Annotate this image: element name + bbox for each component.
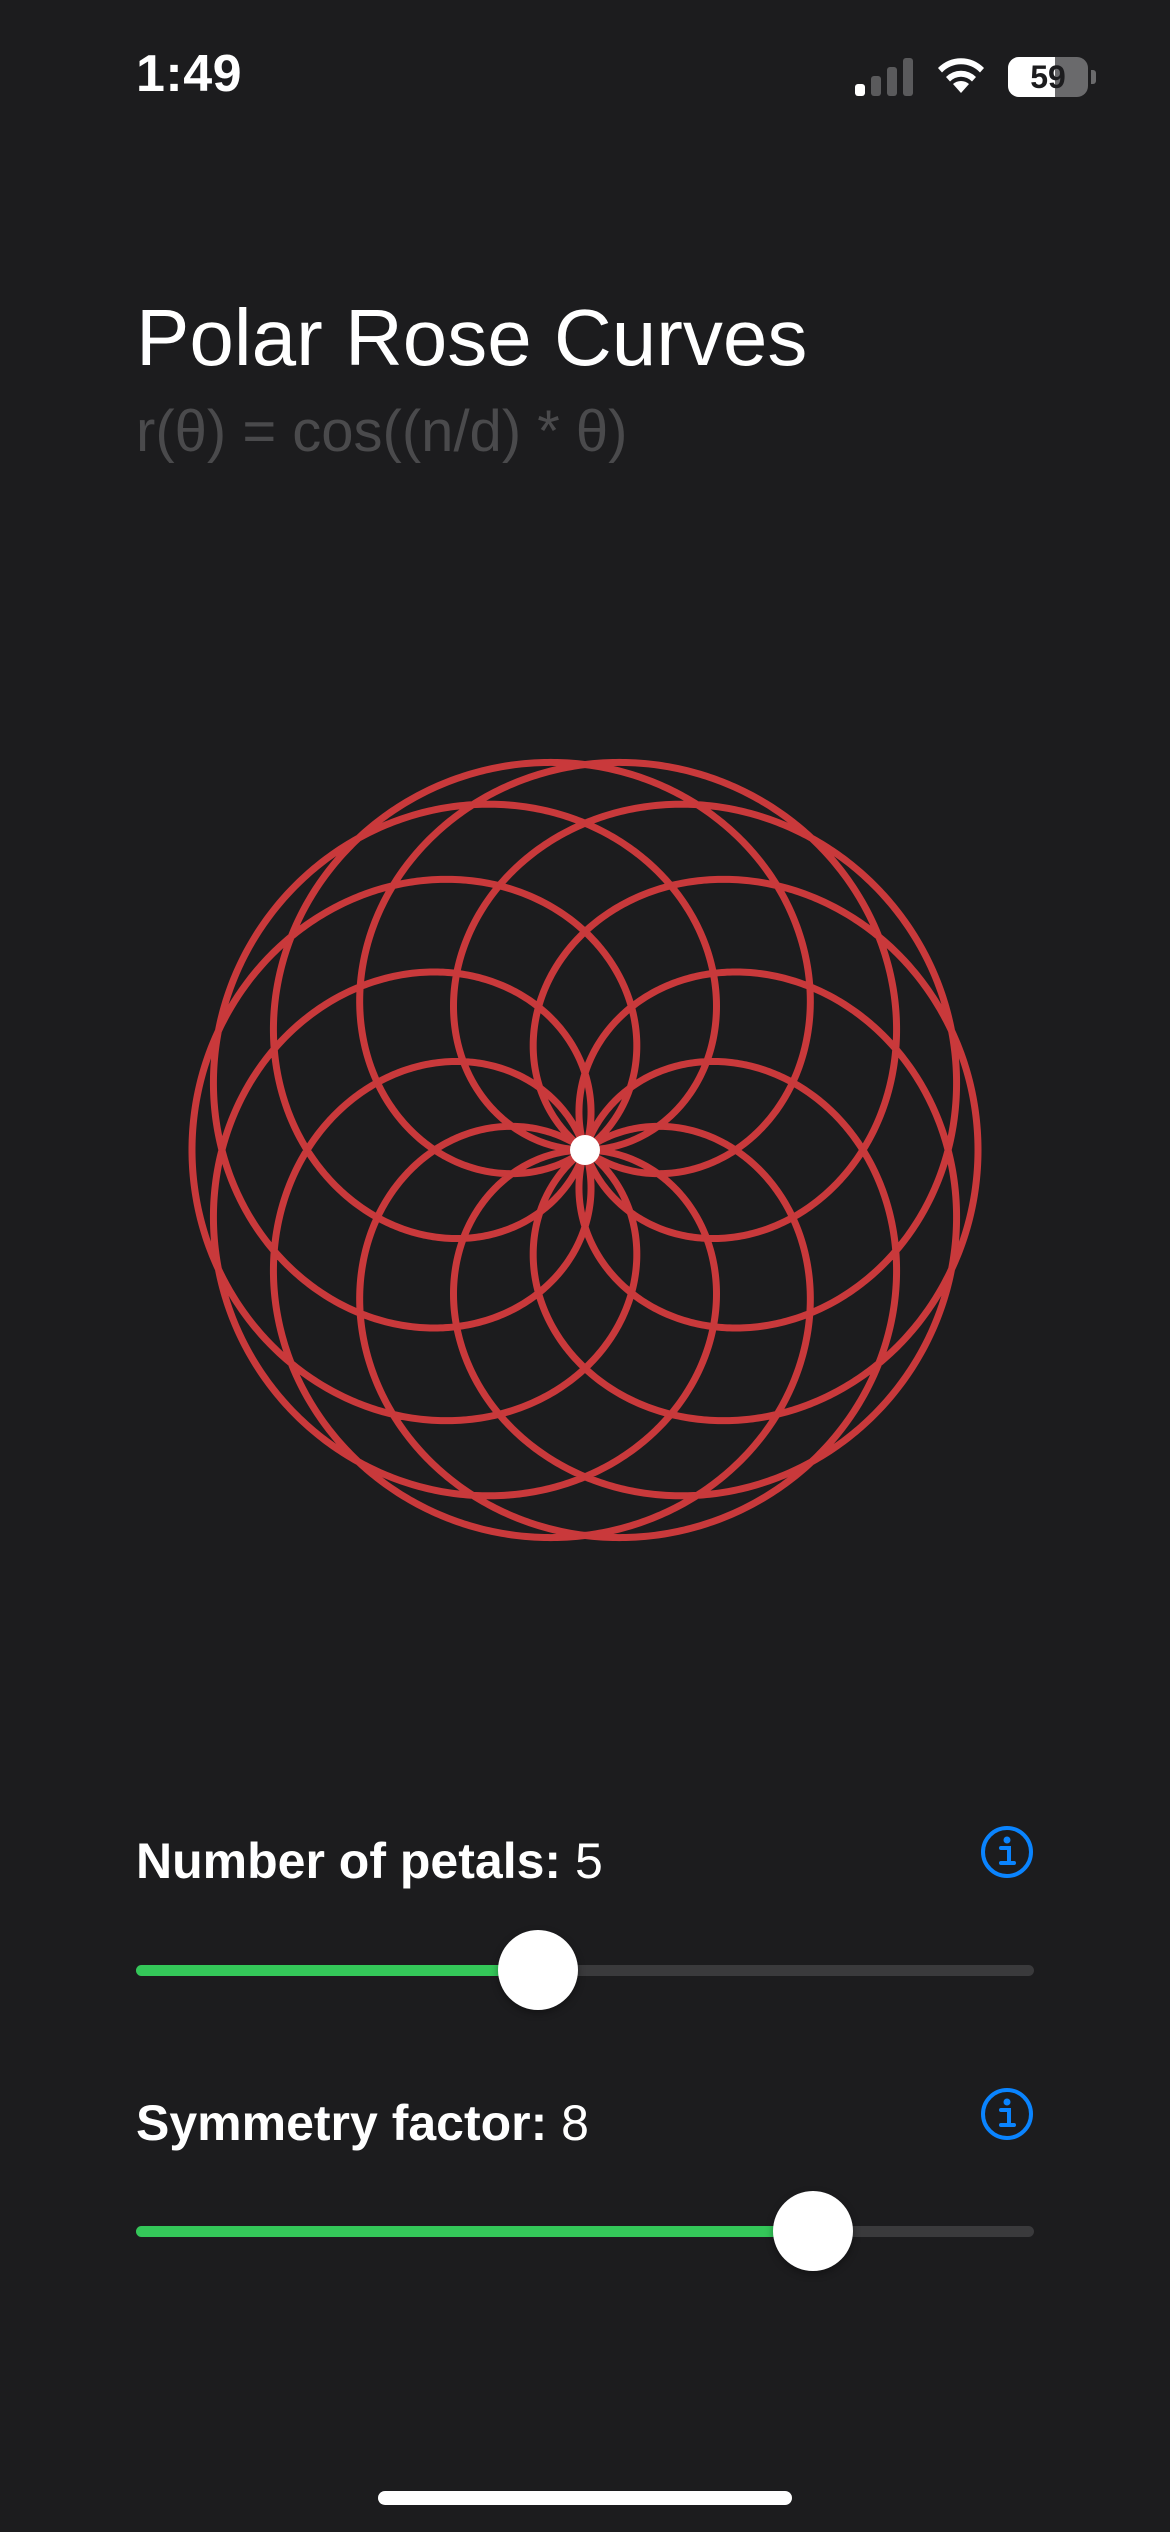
rose-curve-canvas xyxy=(188,758,982,1542)
slider-thumb[interactable] xyxy=(773,2191,854,2271)
symmetry-info-icon[interactable] xyxy=(979,2086,1035,2142)
slider-thumb[interactable] xyxy=(498,1930,579,2010)
battery-icon: 59 xyxy=(1008,57,1096,97)
petals-info-icon[interactable] xyxy=(979,1824,1035,1880)
symmetry-label-text: Symmetry factor: xyxy=(136,2095,548,2151)
symmetry-label: Symmetry factor: 8 xyxy=(136,2094,589,2152)
origin-dot xyxy=(570,1135,600,1165)
wifi-icon xyxy=(938,58,984,93)
symmetry-value: 8 xyxy=(561,2095,589,2151)
petals-slider[interactable] xyxy=(136,1930,1034,2010)
slider-fill xyxy=(136,1965,539,1976)
cellular-signal-icon xyxy=(855,58,913,96)
symmetry-slider[interactable] xyxy=(136,2191,1034,2271)
home-indicator[interactable] xyxy=(378,2491,792,2505)
petals-value: 5 xyxy=(574,1833,603,1889)
status-bar: 1:49 59 xyxy=(0,0,1170,150)
petals-label-text: Number of petals: xyxy=(136,1833,562,1889)
formula-subtitle: r(θ) = cos((n/d) * θ) xyxy=(136,399,628,464)
slider-fill xyxy=(136,2226,814,2237)
petals-label: Number of petals: 5 xyxy=(136,1832,603,1890)
page-title: Polar Rose Curves xyxy=(136,293,808,382)
battery-level: 59 xyxy=(1030,59,1066,95)
status-time: 1:49 xyxy=(136,45,243,103)
